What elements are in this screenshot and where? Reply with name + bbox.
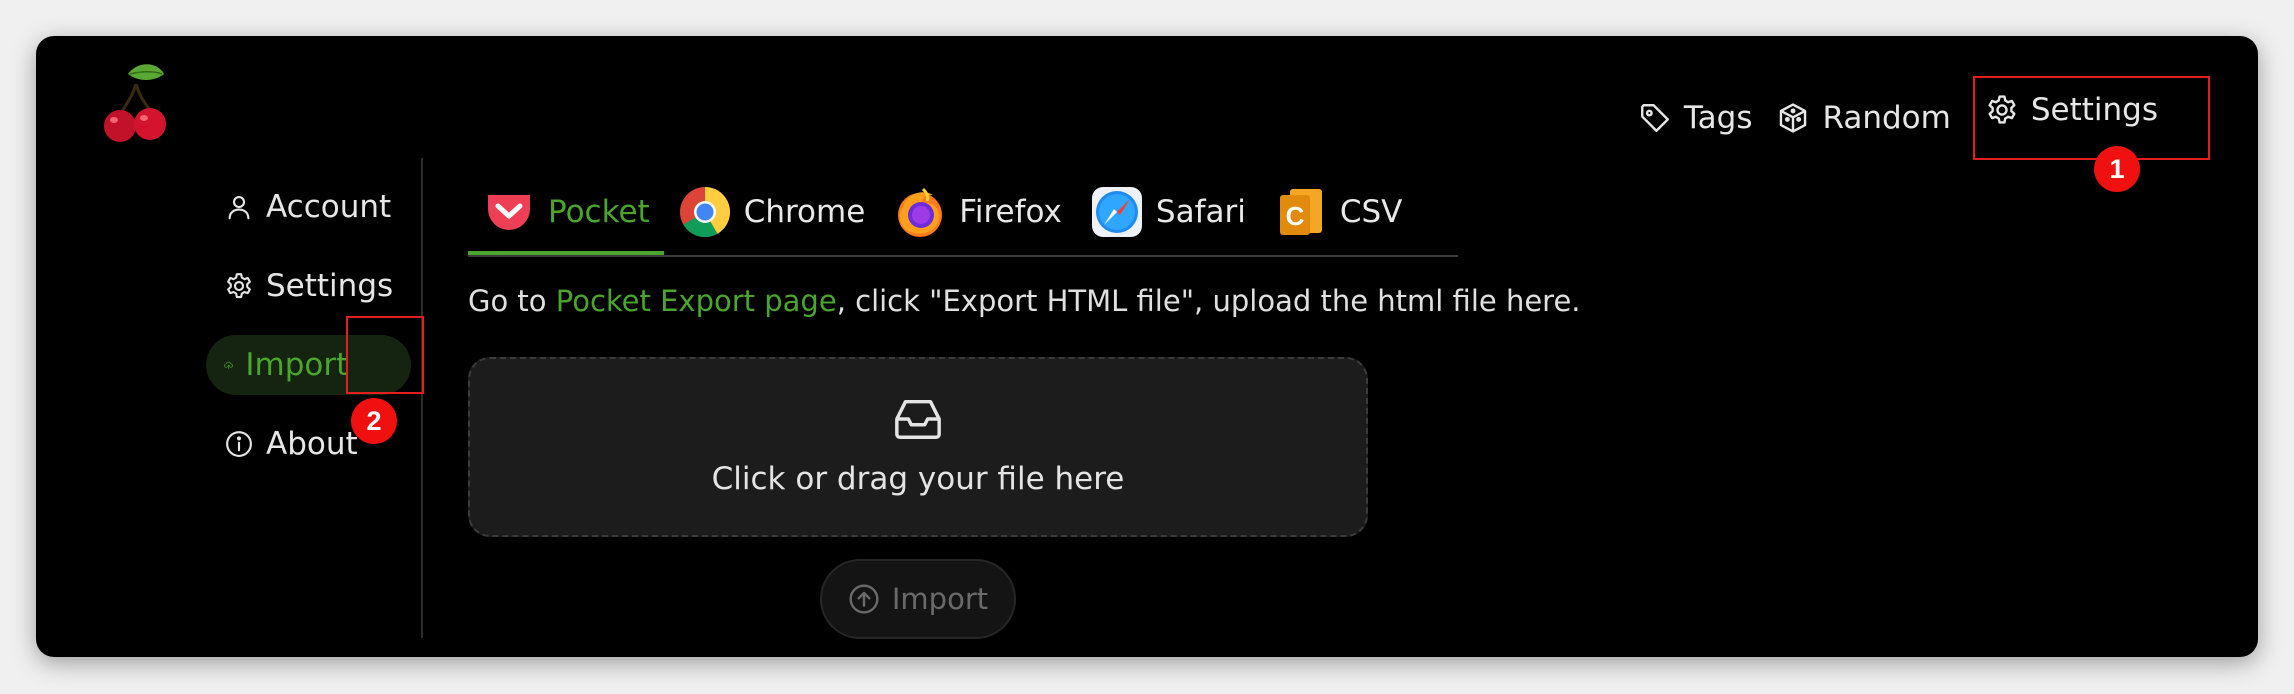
import-button-label: Import xyxy=(891,582,989,616)
gear-icon xyxy=(227,273,251,299)
import-instruction: Go to Pocket Export page, click "Export … xyxy=(468,284,1581,318)
sidebar: Account Settings Import About xyxy=(186,176,426,492)
tags-label: Tags xyxy=(1683,100,1753,136)
sidebar-item-label: Account xyxy=(266,189,392,225)
import-button[interactable]: Import xyxy=(820,559,1016,639)
tags-link[interactable]: Tags xyxy=(1638,100,1753,136)
import-source-tabs: Pocket Chrome Firefox Safari C CSV xyxy=(468,171,1458,257)
tab-firefox[interactable]: Firefox xyxy=(879,171,1076,253)
sidebar-divider xyxy=(421,158,423,638)
pocket-icon xyxy=(488,195,530,230)
inbox-icon xyxy=(895,399,941,439)
dropzone-text: Click or drag your file here xyxy=(711,461,1125,497)
annotation-badge-1: 1 xyxy=(2094,146,2140,192)
instruction-prefix: Go to xyxy=(468,284,556,318)
tab-pocket[interactable]: Pocket xyxy=(468,171,664,255)
tab-label: Pocket xyxy=(548,194,650,230)
tab-safari[interactable]: Safari xyxy=(1076,171,1260,253)
info-icon xyxy=(226,431,252,457)
tab-label: Chrome xyxy=(743,194,866,230)
csv-icon: C xyxy=(1279,189,1322,235)
gear-icon xyxy=(1988,95,2016,124)
upload-circle-icon xyxy=(849,584,879,614)
firefox-icon xyxy=(898,187,943,237)
sidebar-item-import[interactable]: Import xyxy=(186,316,426,396)
annotation-highlight-box xyxy=(346,316,424,394)
file-dropzone[interactable]: Click or drag your file here xyxy=(468,357,1368,537)
sidebar-item-settings[interactable]: Settings xyxy=(186,255,426,317)
sidebar-item-label: Settings xyxy=(266,268,394,304)
chrome-icon xyxy=(679,187,730,238)
instruction-suffix: , click "Export HTML file", upload the h… xyxy=(836,284,1581,318)
tag-icon xyxy=(1640,104,1669,132)
tab-chrome[interactable]: Chrome xyxy=(664,171,880,253)
random-link[interactable]: Random xyxy=(1776,100,1951,136)
tab-label: Firefox xyxy=(959,194,1062,230)
settings-label: Settings xyxy=(2030,92,2158,128)
app-window: Tags Random Settings 1 Account Settings … xyxy=(36,36,2258,657)
tab-label: Safari xyxy=(1155,194,1246,230)
settings-link[interactable]: Settings xyxy=(1972,76,2211,160)
safari-icon xyxy=(1091,187,1142,237)
tab-label: CSV xyxy=(1339,194,1403,230)
cloud-upload-icon xyxy=(224,361,233,369)
svg-text:C: C xyxy=(1285,201,1304,231)
user-icon xyxy=(228,195,250,220)
sidebar-item-account[interactable]: Account xyxy=(186,176,426,238)
sidebar-item-label: About xyxy=(266,426,358,462)
cube-icon xyxy=(1780,103,1807,133)
annotation-badge-2: 2 xyxy=(351,398,397,444)
random-label: Random xyxy=(1822,100,1951,136)
pocket-export-link[interactable]: Pocket Export page xyxy=(556,284,837,318)
cherry-logo-icon[interactable] xyxy=(98,54,172,144)
sidebar-item-label: Import xyxy=(245,347,349,383)
tab-csv[interactable]: C CSV xyxy=(1260,171,1417,253)
